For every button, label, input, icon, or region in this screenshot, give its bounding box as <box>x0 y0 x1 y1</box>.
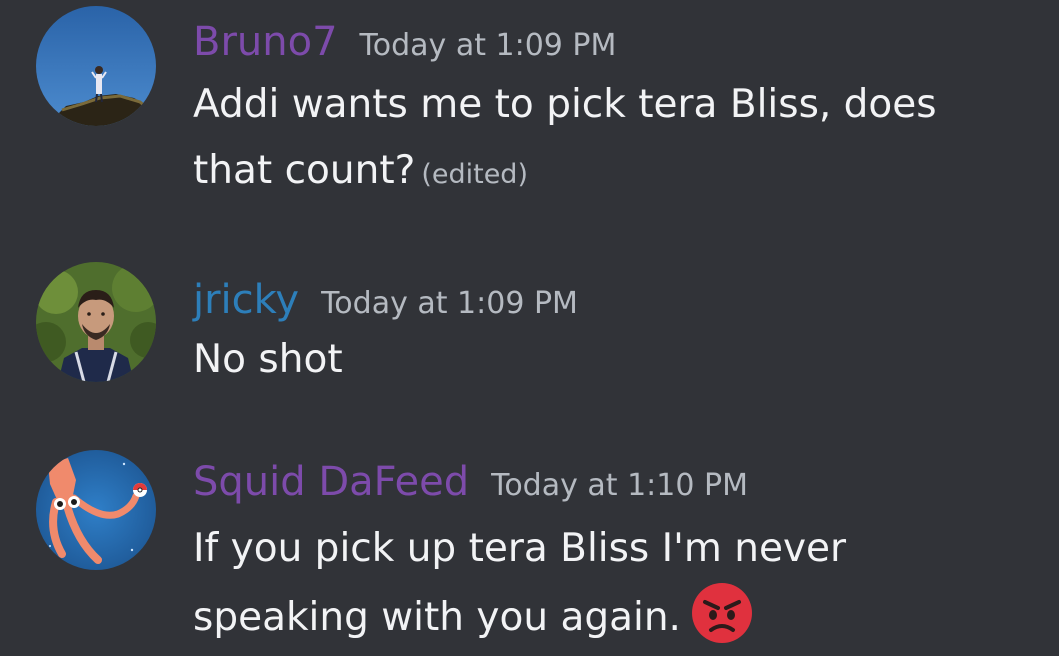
message-header: Squid DaFeed Today at 1:10 PM <box>193 462 748 502</box>
avatar-icon <box>36 450 156 570</box>
message-text: No shot <box>193 337 343 382</box>
username[interactable]: Squid DaFeed <box>193 462 469 502</box>
message-header: Bruno7 Today at 1:09 PM <box>193 22 616 62</box>
avatar-icon <box>36 6 156 126</box>
avatar-icon <box>36 262 156 382</box>
message-header: jricky Today at 1:09 PM <box>193 280 578 320</box>
message-item: Squid DaFeed Today at 1:10 PM If you pic… <box>0 420 1059 656</box>
message-content: If you pick up tera Bliss I'm never spea… <box>193 516 1023 651</box>
username[interactable]: jricky <box>193 280 299 320</box>
message-item: jricky Today at 1:09 PM No shot <box>0 240 1059 420</box>
message-content: Addi wants me to pick tera Bliss, does t… <box>193 72 1023 208</box>
avatar[interactable] <box>36 262 156 382</box>
message-content: No shot <box>193 327 1023 393</box>
timestamp: Today at 1:10 PM <box>491 468 748 503</box>
edited-label: (edited) <box>421 159 528 190</box>
message-text: Addi wants me to pick tera Bliss, does t… <box>193 82 937 193</box>
avatar[interactable] <box>36 450 156 570</box>
username[interactable]: Bruno7 <box>193 22 338 62</box>
timestamp: Today at 1:09 PM <box>359 28 617 63</box>
avatar[interactable] <box>36 6 156 126</box>
angry-face-emoji <box>691 582 753 644</box>
timestamp: Today at 1:09 PM <box>321 286 578 321</box>
message-item: Bruno7 Today at 1:09 PM Addi wants me to… <box>0 0 1059 240</box>
